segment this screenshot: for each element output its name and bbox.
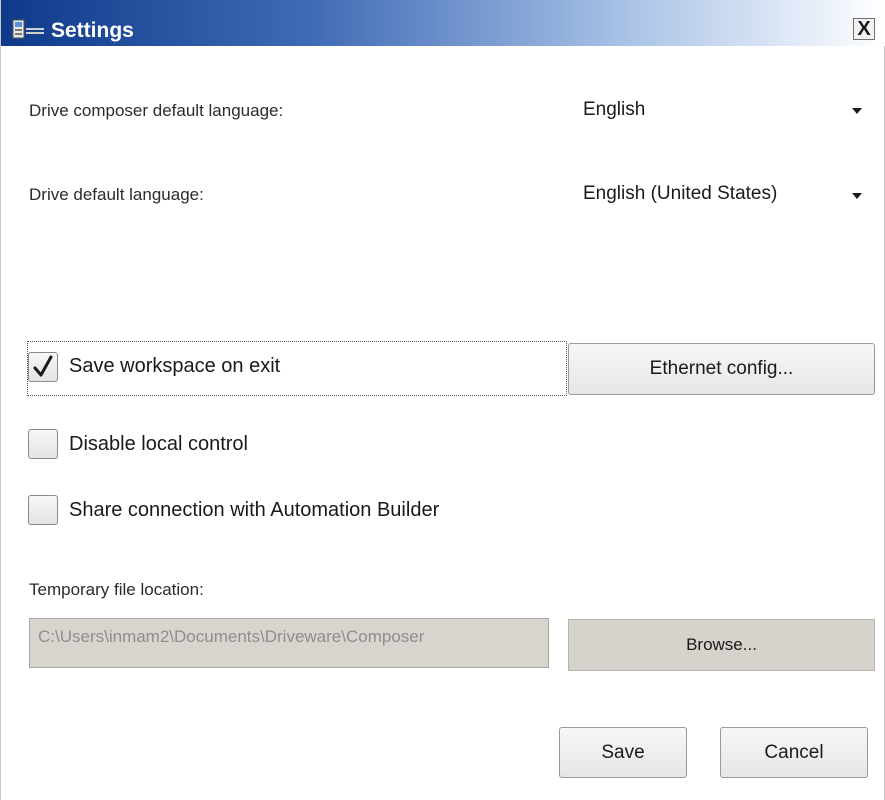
share-connection-checkbox[interactable]	[28, 495, 58, 525]
temp-location-field: C:\Users\inmam2\Documents\Driveware\Comp…	[29, 618, 549, 668]
temp-location-label: Temporary file location:	[29, 580, 204, 599]
composer-language-value: English	[583, 99, 646, 120]
save-button[interactable]: Save	[559, 727, 687, 778]
ethernet-config-button[interactable]: Ethernet config...	[568, 343, 875, 395]
app-icon	[12, 19, 44, 39]
chevron-down-icon	[852, 108, 862, 114]
composer-language-label: Drive composer default language:	[29, 101, 284, 120]
close-button[interactable]: X	[853, 18, 875, 40]
share-connection-label: Share connection with Automation Builder	[69, 499, 440, 521]
checkmark-icon	[33, 355, 53, 377]
settings-dialog: Settings X Drive composer default langua…	[0, 0, 885, 800]
window-title: Settings	[51, 19, 134, 42]
browse-button[interactable]: Browse...	[568, 619, 875, 671]
chevron-down-icon	[852, 193, 862, 199]
title-bar[interactable]: Settings X	[1, 0, 885, 46]
save-workspace-checkbox[interactable]	[28, 352, 58, 382]
save-workspace-label: Save workspace on exit	[69, 355, 281, 377]
disable-local-control-label: Disable local control	[69, 433, 248, 455]
drive-language-value: English (United States)	[583, 183, 778, 204]
disable-local-control-checkbox[interactable]	[28, 429, 58, 459]
cancel-button[interactable]: Cancel	[720, 727, 868, 778]
close-icon: X	[857, 18, 871, 40]
drive-language-label: Drive default language:	[29, 185, 204, 204]
